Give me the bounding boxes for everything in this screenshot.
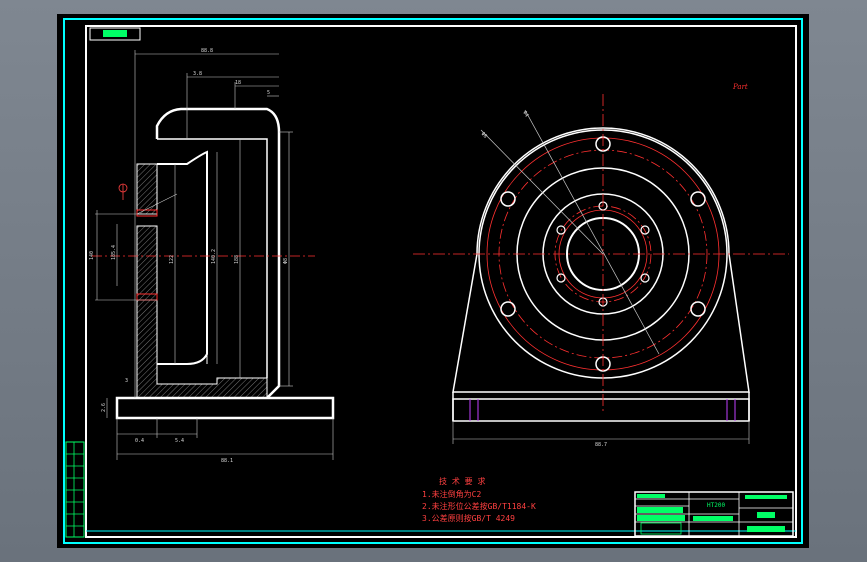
section-hatch (136, 225, 268, 399)
leader-line (480, 129, 604, 255)
stamp-text: Part (732, 83, 748, 91)
body-outline (155, 107, 281, 399)
dim-label: 88.7 (595, 442, 607, 448)
dim-label: 140.2 (211, 249, 217, 264)
drawing-sheet: 88.8 3.8 18 5 140 185.4 122 140.2 188 Φ8… (57, 14, 809, 548)
tech-req-title: 技 术 要 求 (439, 476, 485, 486)
margin-block-lines (66, 442, 84, 537)
front-base (452, 398, 750, 422)
dim-label: 0.4 (135, 438, 144, 444)
tech-req-item: 1.未注倒角为C2 (422, 489, 481, 499)
dim-label: 122 (169, 255, 175, 264)
title-block-material: HT200 (707, 502, 725, 509)
dim-label: 5.4 (175, 438, 184, 444)
section-hatch-upper (136, 163, 158, 215)
dim-label: Φ8 (480, 131, 489, 140)
dim-label: 88.1 (221, 458, 233, 464)
front-view: Φ8 Φ4 88.7 (413, 94, 789, 448)
dim-label: Φ4 (521, 110, 529, 118)
dim-label: 3 (125, 378, 128, 384)
dim-label: 3.8 (193, 71, 202, 77)
technical-requirements: 技 术 要 求 1.未注倒角为C2 2.未注形位公差按GB/T1184-K 3.… (422, 476, 536, 523)
cad-drawing: 88.8 3.8 18 5 140 185.4 122 140.2 188 Φ8… (63, 18, 803, 544)
dim-label: 140 (89, 251, 95, 260)
dim-label: 185.4 (111, 245, 117, 260)
base-plate (115, 396, 335, 420)
title-block: HT200 (634, 491, 794, 537)
view-symbol-icon (118, 183, 128, 200)
code-box-fill (103, 30, 127, 37)
margin-block (65, 441, 85, 538)
tech-req-item: 3.公差原则按GB/T 4249 (422, 513, 515, 523)
tech-req-item: 2.未注形位公差按GB/T1184-K (422, 501, 536, 511)
dim-label: 5 (267, 90, 270, 96)
dim-label: 18 (235, 80, 241, 86)
dim-label: 188 (234, 255, 240, 264)
base-slots (469, 399, 736, 421)
bore-outline (157, 150, 208, 365)
dim-label: 88.8 (201, 48, 213, 54)
inner-frame (85, 25, 797, 538)
dim-label: 2.6 (101, 403, 107, 412)
dim-label: Φ8 (283, 258, 289, 264)
